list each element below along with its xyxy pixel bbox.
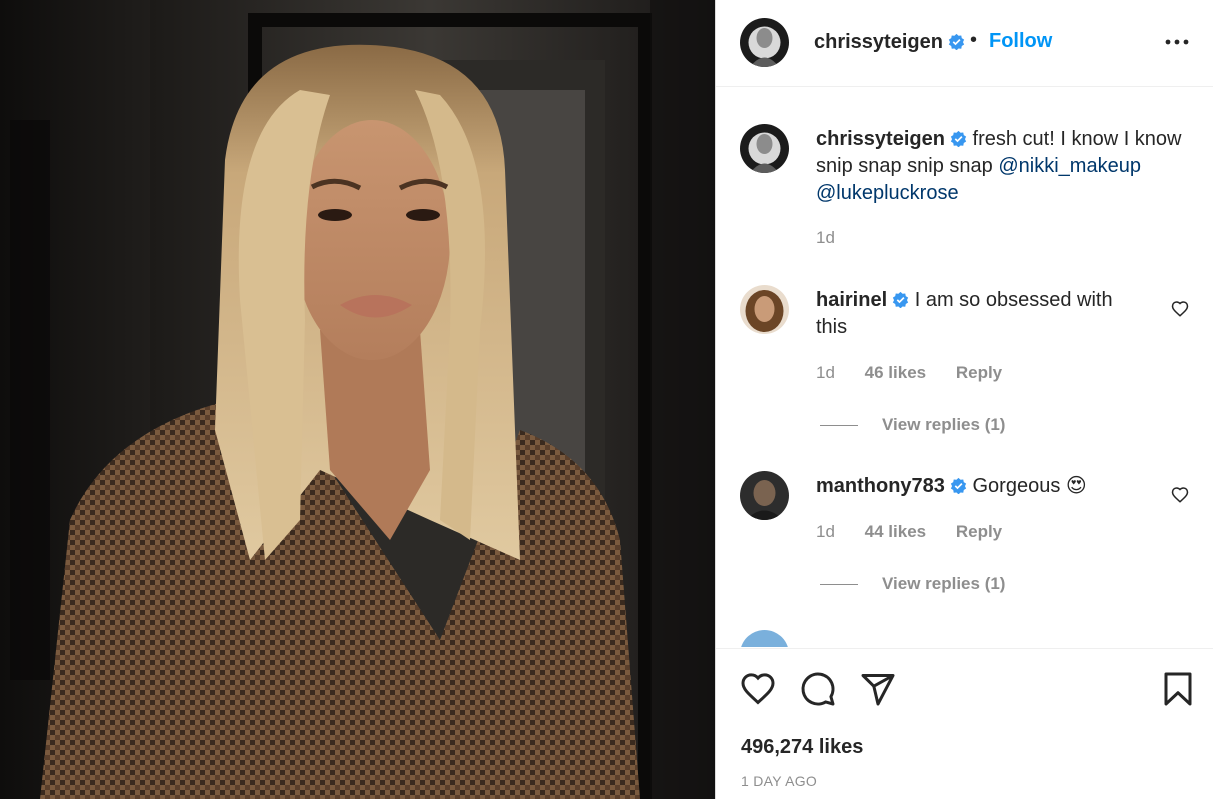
comment-username[interactable]: manthony783 [816, 475, 945, 497]
mention-link[interactable]: @lukepluckrose [816, 182, 959, 204]
view-replies-button[interactable]: View replies (1) [820, 574, 1005, 594]
reply-button[interactable]: Reply [956, 522, 1002, 541]
comment-icon[interactable] [800, 671, 836, 707]
caption-time[interactable]: 1d [816, 228, 835, 247]
post-timestamp[interactable]: 1 DAY AGO [741, 773, 817, 789]
reply-button[interactable]: Reply [956, 363, 1002, 382]
commenter-avatar[interactable] [740, 285, 789, 334]
follow-button[interactable]: Follow [989, 30, 1052, 53]
comment-text-block: manthony783 Gorgeous 😍 [816, 473, 1141, 500]
post-photo[interactable] [0, 0, 715, 799]
heart-icon[interactable] [740, 671, 776, 707]
view-replies-button[interactable]: View replies (1) [820, 415, 1005, 435]
comment-username[interactable]: hairinel [816, 289, 887, 311]
comment-like-heart-icon[interactable] [1171, 300, 1189, 318]
author-avatar[interactable] [740, 18, 789, 67]
comment-likes-count[interactable]: 46 likes [865, 363, 926, 382]
verified-badge-icon [948, 33, 965, 50]
verified-badge-icon [892, 291, 909, 308]
comment-meta: 1d 46 likes Reply [816, 363, 1027, 383]
view-replies-line [820, 583, 858, 585]
instagram-post: chrissyteigen • Follow chrissyteigen fre… [0, 0, 1213, 799]
verified-badge-icon [950, 130, 967, 147]
commenter-avatar[interactable] [740, 630, 789, 647]
caption: chrissyteigen fresh cut! I know I know s… [740, 124, 1189, 294]
mention-link[interactable]: @nikki_makeup [998, 155, 1141, 177]
comment-likes-count[interactable]: 44 likes [865, 522, 926, 541]
view-replies-label: View replies (1) [882, 574, 1006, 593]
comment-time[interactable]: 1d [816, 363, 835, 382]
comment-partial [740, 630, 1189, 647]
comment-time[interactable]: 1d [816, 522, 835, 541]
verified-badge-icon [950, 477, 967, 494]
comment-text-block: hairinel I am so obsessed with this [816, 287, 1141, 341]
post-likes-count[interactable]: 496,274 likes [741, 736, 863, 759]
author-username[interactable]: chrissyteigen [814, 31, 965, 54]
post-side-panel: chrissyteigen • Follow chrissyteigen fre… [716, 0, 1213, 799]
comment-like-heart-icon[interactable] [1171, 486, 1189, 504]
comment: hairinel I am so obsessed with this 1d 4… [740, 285, 1189, 445]
caption-meta: 1d [816, 228, 860, 248]
caption-username[interactable]: chrissyteigen [816, 128, 945, 150]
post-header: chrissyteigen • Follow [716, 0, 1213, 87]
more-options-icon[interactable] [1163, 28, 1191, 56]
comments-list[interactable]: chrissyteigen fresh cut! I know I know s… [716, 87, 1213, 647]
header-separator: • [970, 29, 978, 51]
bookmark-icon[interactable] [1160, 671, 1196, 707]
share-icon[interactable] [860, 671, 896, 707]
post-photo-illustration [10, 0, 710, 799]
commenter-avatar[interactable] [740, 471, 789, 520]
author-username-text[interactable]: chrissyteigen [814, 31, 943, 53]
caption-text-block: chrissyteigen fresh cut! I know I know s… [816, 126, 1189, 207]
post-actions: 496,274 likes 1 DAY AGO [716, 648, 1213, 800]
comment: manthony783 Gorgeous 😍 1d 44 likes Reply… [740, 471, 1189, 631]
caption-author-avatar[interactable] [740, 124, 789, 173]
comment-meta: 1d 44 likes Reply [816, 522, 1027, 542]
view-replies-line [820, 424, 858, 426]
view-replies-label: View replies (1) [882, 415, 1006, 434]
comment-text: Gorgeous 😍 [972, 475, 1087, 497]
